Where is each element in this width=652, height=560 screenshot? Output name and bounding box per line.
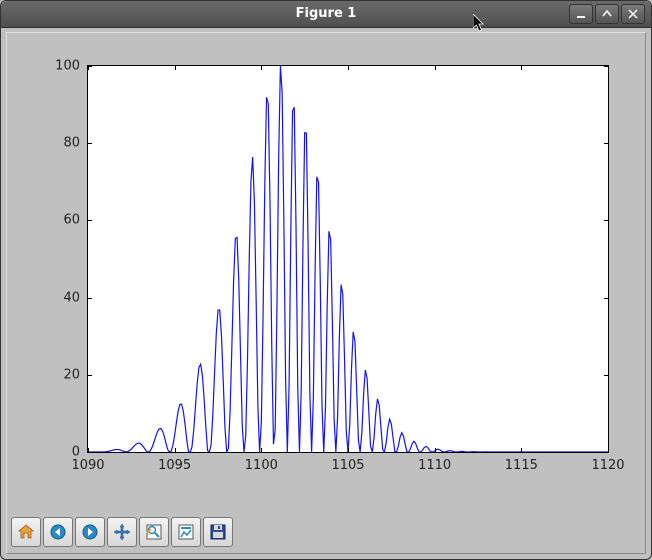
xtick-label: 1115 [505,452,538,473]
ytick-label: 40 [63,290,88,305]
xtick-label: 1105 [331,452,364,473]
xtick-label: 1095 [158,452,191,473]
ytick-label: 100 [55,59,88,74]
ytick-label: 60 [63,213,88,228]
floppy-icon [209,523,227,541]
window-title: Figure 1 [296,6,357,21]
xtick-label: 1090 [71,452,104,473]
forward-button[interactable] [75,517,105,547]
minimize-button[interactable] [569,4,593,24]
move-icon [113,523,131,541]
subplots-button[interactable] [171,517,201,547]
arrow-right-icon [81,523,99,541]
close-button[interactable] [621,4,645,24]
titlebar[interactable]: Figure 1 [1,1,651,28]
arrow-left-icon [49,523,67,541]
xtick-label: 1120 [591,452,624,473]
xtick-label: 1100 [245,452,278,473]
figure-canvas: 0204060801001090109511001105111011151120 [17,43,635,507]
nav-toolbar [11,517,233,549]
zoom-icon [145,523,163,541]
maximize-button[interactable] [595,4,619,24]
plot-axes[interactable]: 0204060801001090109511001105111011151120 [87,65,609,453]
xtick-label: 1110 [418,452,451,473]
home-button[interactable] [11,517,41,547]
line-plot [88,66,608,452]
save-button[interactable] [203,517,233,547]
ytick-label: 80 [63,136,88,151]
pan-button[interactable] [107,517,137,547]
window-frame: Figure 1 0204060801001090109511001105111… [0,0,652,560]
sliders-icon [177,523,195,541]
ytick-label: 20 [63,367,88,382]
back-button[interactable] [43,517,73,547]
home-icon [17,523,35,541]
zoom-button[interactable] [139,517,169,547]
client-area: 0204060801001090109511001105111011151120 [6,32,646,554]
